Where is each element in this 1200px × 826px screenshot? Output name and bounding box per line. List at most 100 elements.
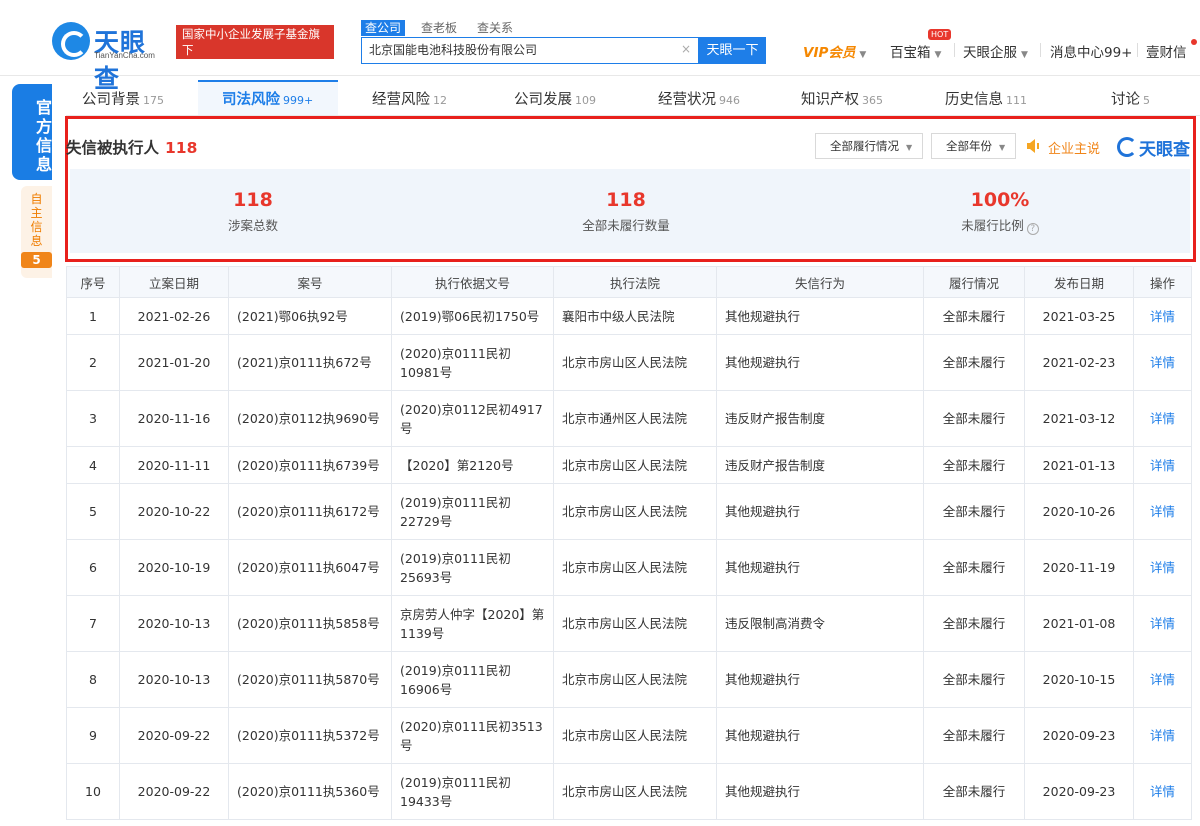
basis-document: (2020)京0112民初4917号 [391, 390, 554, 447]
publish-date: 2020-10-15 [1024, 651, 1134, 708]
nav-qifu[interactable]: 天眼企服 ▼ [963, 41, 1028, 61]
tab-company-development[interactable]: 公司发展 109 [514, 88, 596, 109]
tab-business-status[interactable]: 经营状况 946 [658, 88, 740, 109]
stat-total: 118 涉案总数 [153, 189, 353, 234]
basis-document: (2020)京0111民初10981号 [391, 334, 554, 391]
site-logo[interactable]: 天眼查 TianYanCha.com [52, 22, 170, 93]
court: 北京市房山区人民法院 [553, 539, 717, 596]
performance-status: 全部未履行 [923, 763, 1025, 820]
search-input[interactable]: 北京国能电池科技股份有限公司 [361, 37, 699, 64]
section-title: 失信被执行人 118 [66, 136, 197, 158]
chevron-down-icon: ▼ [906, 143, 913, 152]
help-icon[interactable]: ? [1026, 223, 1039, 235]
performance-status: 全部未履行 [923, 595, 1025, 652]
dishonest-behavior: 违反限制高消费令 [716, 595, 924, 652]
case-number: (2020)京0111执5858号 [228, 595, 392, 652]
detail-link[interactable]: 详情 [1133, 390, 1192, 447]
basis-document: (2020)京0111民初3513号 [391, 707, 554, 764]
publish-date: 2020-10-26 [1024, 483, 1134, 540]
col-header: 操作 [1133, 266, 1192, 298]
detail-link[interactable]: 详情 [1133, 539, 1192, 596]
detail-link[interactable]: 详情 [1133, 334, 1192, 391]
gov-badge: 国家中小企业发展子基金旗下 官方备案企业征信机构 [176, 25, 334, 73]
dishonest-behavior: 其他规避执行 [716, 707, 924, 764]
performance-status: 全部未履行 [923, 651, 1025, 708]
detail-link[interactable]: 详情 [1133, 763, 1192, 820]
tab-count: 12 [433, 94, 447, 107]
tab-company-background[interactable]: 公司背景 175 [82, 88, 164, 109]
search-tab-company[interactable]: 查公司 [361, 20, 406, 36]
stat-label: 全部未履行数量 [582, 218, 670, 233]
filing-date: 2020-10-19 [119, 539, 229, 596]
detail-link[interactable]: 详情 [1133, 446, 1192, 484]
basis-document: (2019)京0111民初19433号 [391, 763, 554, 820]
tab-history[interactable]: 历史信息 111 [945, 88, 1027, 109]
tab-judicial-risk[interactable]: 司法风险 999+ [222, 88, 313, 109]
filing-date: 2020-11-16 [119, 390, 229, 447]
dishonest-behavior: 其他规避执行 [716, 763, 924, 820]
tab-count: 946 [719, 94, 740, 107]
stat-label: 涉案总数 [227, 218, 278, 233]
table-row: 8 2020-10-13 (2020)京0111执5870号 (2019)京0111民… [66, 651, 1192, 708]
filing-date: 2020-10-22 [119, 483, 229, 540]
row-number: 8 [66, 651, 120, 708]
tab-count: 175 [143, 94, 164, 107]
tab-business-risk[interactable]: 经营风险 12 [372, 88, 447, 109]
search-tab-boss[interactable]: 查老板 [417, 20, 461, 36]
detail-link[interactable]: 详情 [1133, 595, 1192, 652]
logo-icon [52, 22, 90, 60]
tab-label: 讨论 [1111, 92, 1140, 108]
col-header: 发布日期 [1024, 266, 1134, 298]
case-number: (2020)京0111执6047号 [228, 539, 392, 596]
row-number: 7 [66, 595, 120, 652]
hot-badge: HOT [928, 29, 952, 40]
nav-vip[interactable]: VIP会员 ▼ [803, 41, 866, 61]
detail-link[interactable]: 详情 [1133, 297, 1192, 335]
filing-date: 2020-10-13 [119, 595, 229, 652]
logo-subtext: TianYanCha.com [94, 51, 155, 60]
owner-says-link[interactable]: 企业主说 [1048, 138, 1100, 157]
col-header: 序号 [66, 266, 120, 298]
case-number: (2020)京0111执5372号 [228, 707, 392, 764]
publish-date: 2020-09-23 [1024, 707, 1134, 764]
tab-discussion[interactable]: 讨论 5 [1111, 88, 1150, 109]
tab-label: 历史信息 [945, 92, 1003, 108]
col-header: 失信行为 [716, 266, 924, 298]
clear-icon[interactable]: × [681, 42, 691, 56]
tab-label: 经营状况 [658, 92, 716, 108]
performance-status: 全部未履行 [923, 446, 1025, 484]
tab-count: 111 [1006, 94, 1027, 107]
table-row: 3 2020-11-16 (2020)京0112执9690号 (2020)京0112民… [66, 390, 1192, 447]
side-self-char: 自 [30, 192, 43, 206]
tab-label: 司法风险 [222, 92, 280, 108]
publish-date: 2021-03-25 [1024, 297, 1134, 335]
filter-year-dropdown[interactable]: 全部年份 ▼ [931, 133, 1017, 159]
speaker-icon [1027, 139, 1039, 153]
chevron-down-icon: ▼ [859, 50, 867, 60]
detail-link[interactable]: 详情 [1133, 707, 1192, 764]
nav-baibaoxiang[interactable]: 百宝箱 ▼ [890, 41, 941, 61]
notification-dot [1191, 39, 1197, 45]
nav-messages[interactable]: 消息中心99+ [1050, 41, 1133, 61]
side-self-char: 信 [30, 220, 43, 234]
stats-panel: 118 涉案总数 118 全部未履行数量 100% 未履行比例? [70, 169, 1190, 253]
tab-intellectual-property[interactable]: 知识产权 365 [801, 88, 883, 109]
section-count: 118 [165, 139, 198, 157]
search-tab-relation[interactable]: 查关系 [473, 20, 517, 36]
tab-label: 公司发展 [514, 92, 572, 108]
detail-link[interactable]: 详情 [1133, 483, 1192, 540]
search-button[interactable]: 天眼一下 [699, 37, 766, 64]
case-number: (2020)京0111执6739号 [228, 446, 392, 484]
chevron-down-icon: ▼ [1021, 50, 1028, 60]
detail-link[interactable]: 详情 [1133, 651, 1192, 708]
court: 北京市房山区人民法院 [553, 763, 717, 820]
nav-user[interactable]: 壹财信 [1146, 41, 1187, 61]
court: 北京市房山区人民法院 [553, 651, 717, 708]
filter-performance-dropdown[interactable]: 全部履行情况 ▼ [815, 133, 924, 159]
nav-divider [1137, 43, 1138, 57]
side-self-info[interactable]: 自 主 信 息 5 [21, 186, 52, 278]
side-official-info[interactable]: 官方信息 [12, 84, 52, 180]
publish-date: 2021-01-08 [1024, 595, 1134, 652]
row-number: 10 [66, 763, 120, 820]
dishonest-behavior: 其他规避执行 [716, 297, 924, 335]
